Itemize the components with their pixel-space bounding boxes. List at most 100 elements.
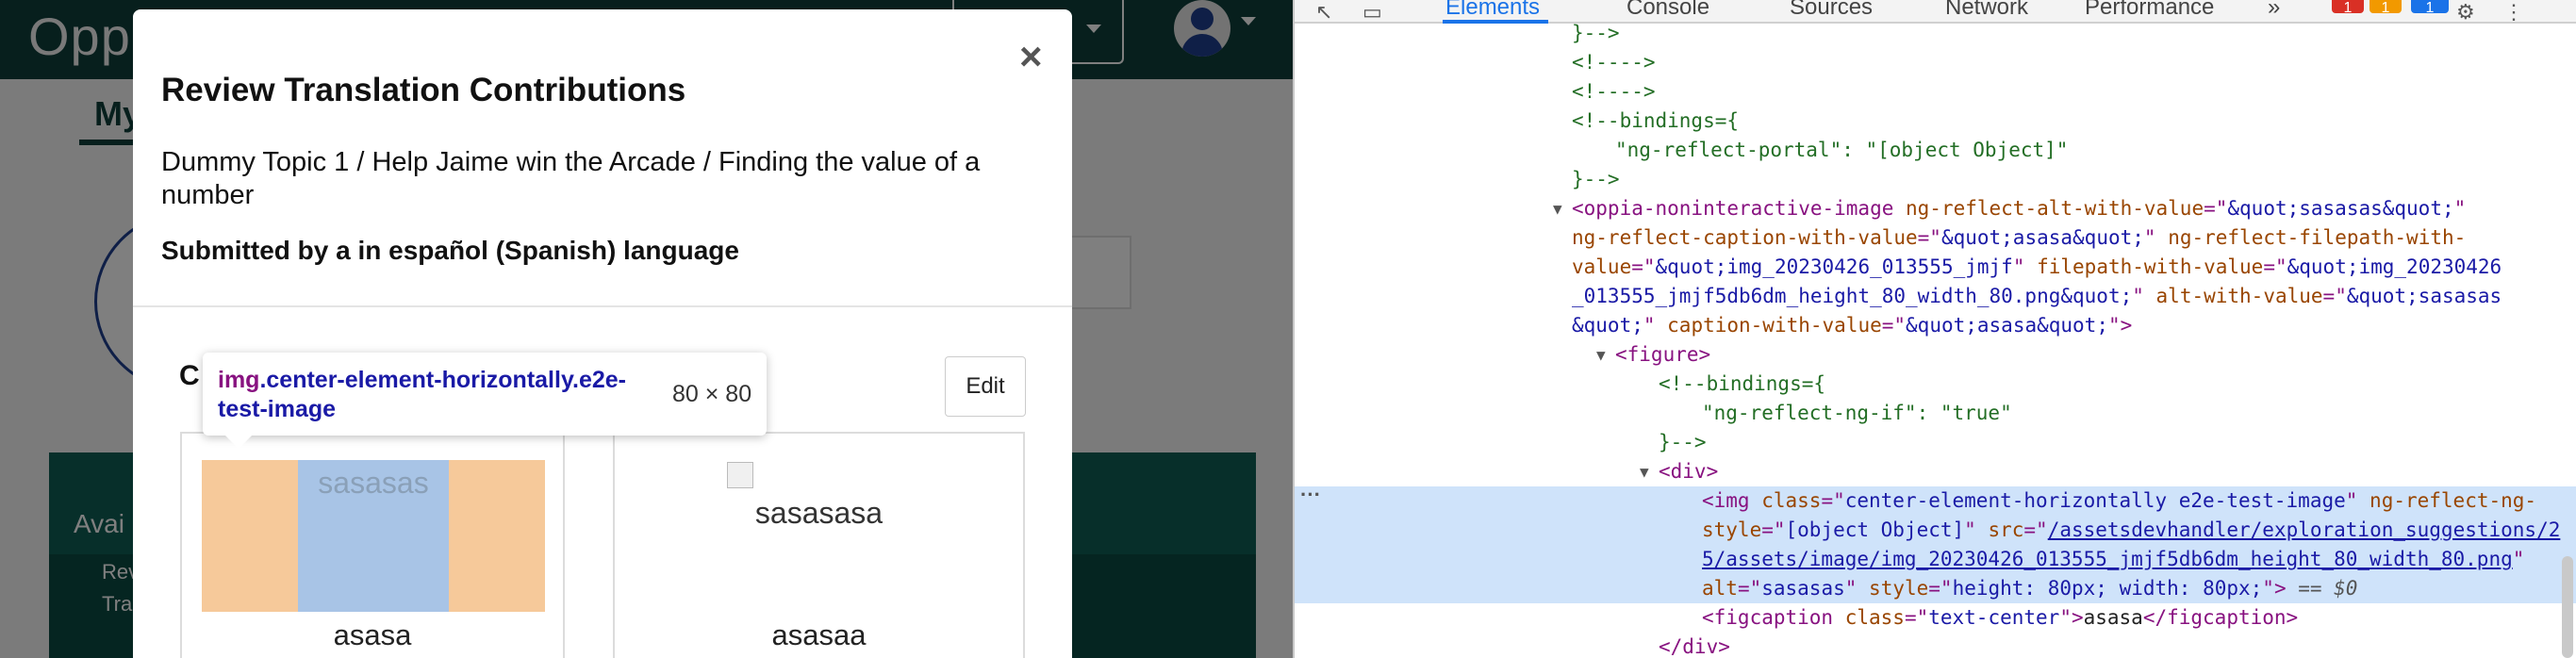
code-token: ="	[1761, 518, 1786, 541]
code-token: class	[1844, 606, 1905, 629]
dom-node-row[interactable]: }-->	[1295, 165, 2576, 194]
modal-title: Review Translation Contributions	[161, 72, 686, 108]
code-token: ">	[2059, 606, 2084, 629]
code-token: ="	[2023, 518, 2048, 541]
broken-image-alt-text: sasasas	[318, 466, 429, 500]
code-token: value	[1572, 255, 1632, 278]
review-translation-modal: × Review Translation Contributions Dummy…	[133, 9, 1072, 658]
code-token: &quot;	[1572, 314, 1643, 337]
dom-node-row[interactable]: "ng-reflect-portal": "[object Object]"	[1295, 136, 2576, 165]
tooltip-tag-name: img	[218, 367, 260, 393]
code-token: ng-reflect-ng-	[2370, 489, 2537, 512]
dom-node-row[interactable]: _013555_jmjf5db6dm_height_80_width_80.pn…	[1295, 282, 2576, 311]
code-token: ng-reflect-caption-with-value	[1572, 226, 1918, 249]
code-token: </div>	[1659, 635, 1730, 658]
code-token: ">	[2262, 577, 2287, 600]
code-token: ="	[2204, 197, 2228, 220]
code-token: asasa	[2083, 606, 2143, 629]
code-token: "	[2143, 226, 2169, 249]
elements-dom-tree[interactable]: }--> <!----> <!----> <!--bindings={"ng-refl…	[1295, 15, 2576, 658]
code-token: "	[1844, 577, 1870, 600]
tooltip-class-name: .center-element-horizontally.e2e-test-im…	[218, 367, 626, 422]
code-token: <figure>	[1615, 343, 1711, 366]
error-count-badge[interactable]: 1	[2332, 0, 2364, 16]
close-icon[interactable]: ×	[1019, 34, 1043, 79]
code-token: }-->	[1572, 168, 1620, 190]
dom-node-row[interactable]: <!--bindings={	[1295, 370, 2576, 399]
image-caption: asasa	[333, 618, 412, 651]
code-token: ="	[1917, 226, 1941, 249]
expand-triangle-icon[interactable]: ▼	[1553, 194, 1562, 223]
code-token: "	[2453, 197, 2467, 220]
dom-node-row-selected[interactable]: style="[object Object]" src="/assetsdevh…	[1295, 516, 2576, 545]
code-token: &quot;img_20230426	[2287, 255, 2502, 278]
tooltip-dimensions: 80 × 80	[672, 381, 752, 407]
code-token: ="	[1904, 606, 1929, 629]
code-token: ="	[1928, 577, 1953, 600]
dom-node-row-selected[interactable]: alt="sasasas" style="height: 80px; width…	[1295, 574, 2576, 603]
code-token: &quot;asasa&quot;	[1906, 314, 2108, 337]
devtools-pane: ↖ ▭ Elements Console Sources Network Per…	[1293, 0, 2576, 658]
dom-node-row[interactable]: &quot;" caption-with-value="&quot;asasa&…	[1295, 311, 2576, 340]
message-count-badge[interactable]: 1	[2411, 0, 2449, 16]
warning-count-badge[interactable]: 1	[2370, 0, 2402, 16]
code-token: _013555_jmjf5db6dm_height_80_width_80.pn…	[1572, 285, 2133, 307]
code-token: "	[2012, 255, 2038, 278]
code-token: &quot;sasasas	[2346, 285, 2502, 307]
code-token: <!--bindings={	[1572, 109, 1740, 132]
code-token: &quot;asasa&quot;	[1940, 226, 2144, 249]
code-token: src	[1988, 518, 2024, 541]
dom-node-row[interactable]: <!--bindings={	[1295, 107, 2576, 136]
code-token: height: 80px; width: 80px;	[1952, 577, 2263, 600]
code-token: "	[2512, 548, 2525, 570]
code-token: 5/assets/image/img_20230426_013555_jmjf5…	[1702, 548, 2513, 570]
code-token: <oppia-noninteractive-image	[1572, 197, 1907, 220]
code-token: <!---->	[1572, 51, 1656, 74]
edit-button[interactable]: Edit	[945, 356, 1026, 417]
code-token: "	[1643, 314, 1668, 337]
inspector-element-tooltip: img.center-element-horizontally.e2e-test…	[203, 353, 767, 449]
code-token: filepath-with-value	[2037, 255, 2264, 278]
expand-triangle-icon[interactable]: ▼	[1640, 457, 1649, 486]
dom-node-row[interactable]: ▼ <div>	[1295, 457, 2576, 486]
code-token: ="	[1631, 255, 1656, 278]
code-token: caption-with-value	[1667, 314, 1882, 337]
code-token: "	[2345, 489, 2370, 512]
code-token: </figcaption>	[2142, 606, 2299, 629]
dom-node-row[interactable]: </div>	[1295, 633, 2576, 658]
code-token: <img	[1702, 489, 1762, 512]
expand-triangle-icon[interactable]: ▼	[1596, 340, 1606, 370]
code-token: /assetsdevhandler/exploration_suggestion…	[2047, 518, 2561, 541]
code-token: class	[1761, 489, 1822, 512]
dom-node-row[interactable]: <figcaption class="text-center">asasa</f…	[1295, 603, 2576, 633]
vertical-scrollbar[interactable]	[2562, 556, 2573, 658]
code-token: <div>	[1659, 460, 1719, 483]
dom-node-row[interactable]: <!---->	[1295, 48, 2576, 77]
dom-node-row-selected[interactable]: <img class="center-element-horizontally …	[1295, 486, 2576, 516]
oppia-app-pane: Oppia My Avai Rev Tra × Review Translati…	[0, 0, 1293, 658]
dom-node-row[interactable]: value="&quot;img_20230426_013555_jmjf" f…	[1295, 253, 2576, 282]
code-token: center-element-horizontally e2e-test-ima…	[1844, 489, 2346, 512]
code-token: ="	[1821, 489, 1845, 512]
code-token: "ng-reflect-portal": "[object Object]"	[1615, 139, 2069, 161]
dom-node-row[interactable]: }-->	[1295, 19, 2576, 48]
dom-node-row[interactable]: ▼ <figure>	[1295, 340, 2576, 370]
dom-node-row[interactable]: }-->	[1295, 428, 2576, 457]
code-token: <!--bindings={	[1659, 372, 1826, 395]
dom-node-row-selected[interactable]: 5/assets/image/img_20230426_013555_jmjf5…	[1295, 545, 2576, 574]
code-token: ="	[1737, 577, 1762, 600]
code-token: [object Object]	[1785, 518, 1965, 541]
header-divider	[133, 305, 1072, 307]
broken-image-icon	[727, 462, 753, 488]
code-token: &quot;img_20230426_013555_jmjf	[1655, 255, 2013, 278]
dom-node-row[interactable]: <!---->	[1295, 77, 2576, 107]
code-token: alt-with-value	[2155, 285, 2323, 307]
dom-node-row[interactable]: ng-reflect-caption-with-value="&quot;asa…	[1295, 223, 2576, 253]
code-token: ="	[2263, 255, 2287, 278]
dom-node-row[interactable]: "ng-reflect-ng-if": "true"	[1295, 399, 2576, 428]
code-token: ="	[2322, 285, 2347, 307]
code-token: style	[1869, 577, 1929, 600]
dom-node-row[interactable]: ▼ <oppia-noninteractive-image ng-reflect-…	[1295, 194, 2576, 223]
code-token: ng-reflect-alt-with-value	[1906, 197, 2204, 220]
node-ellipsis-icon[interactable]: ···	[1300, 483, 1321, 507]
